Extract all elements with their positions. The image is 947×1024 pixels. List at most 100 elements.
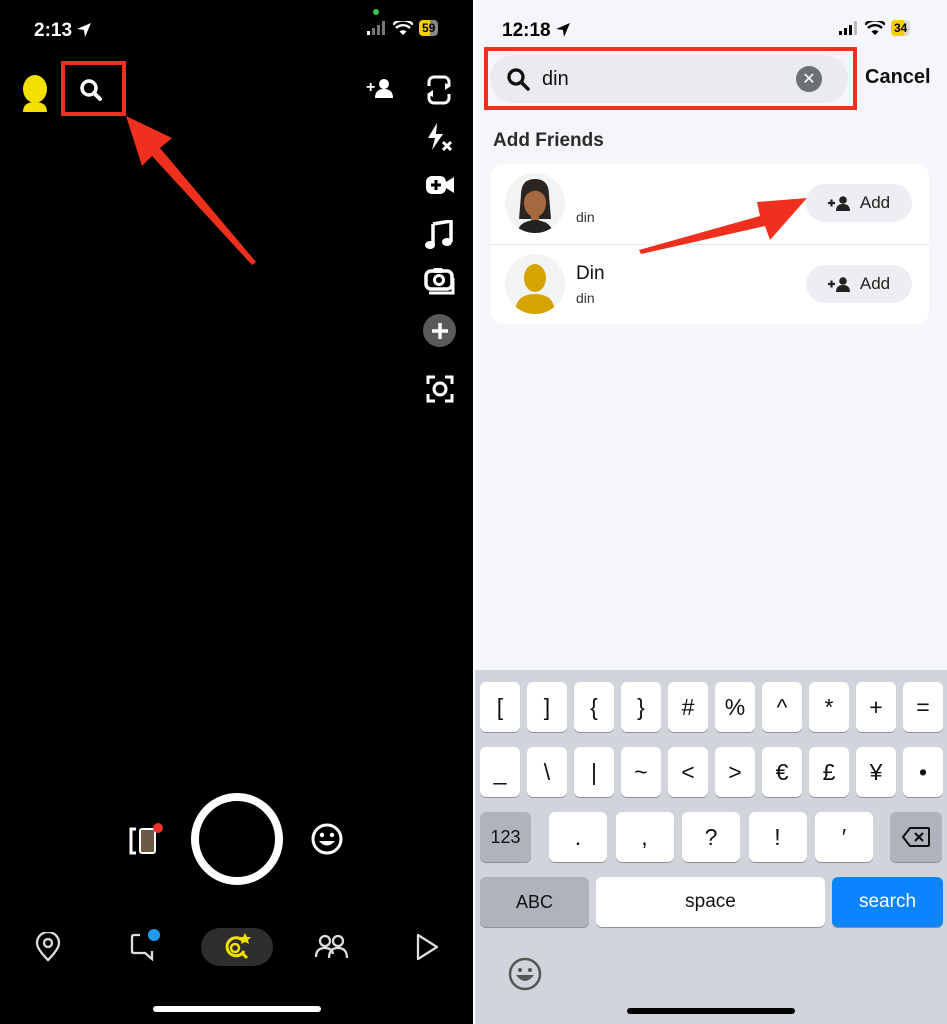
key[interactable]: ? <box>682 812 740 862</box>
map-icon <box>35 930 61 962</box>
nav-camera[interactable] <box>223 931 253 966</box>
video-effect-button[interactable] <box>425 174 455 201</box>
emoji-icon <box>508 957 542 991</box>
key[interactable]: } <box>621 682 661 732</box>
battery-indicator: 34 <box>891 20 911 36</box>
key[interactable]: > <box>715 747 755 797</box>
flip-camera-icon <box>425 75 453 105</box>
music-button[interactable] <box>425 218 453 255</box>
wifi-icon <box>393 21 413 35</box>
add-friend-icon: + <box>366 79 393 98</box>
key-abc[interactable]: ABC <box>480 877 589 927</box>
cancel-button[interactable]: Cancel <box>865 66 931 89</box>
video-effect-icon <box>426 176 454 194</box>
status-icons: 34 <box>839 20 911 36</box>
music-icon <box>425 218 453 249</box>
annotation-arrow <box>126 116 256 265</box>
key[interactable]: _ <box>480 747 520 797</box>
bitmoji-silhouette-icon <box>23 75 47 112</box>
key[interactable]: ! <box>748 812 807 862</box>
memories-button[interactable] <box>128 823 168 862</box>
key[interactable]: + <box>856 682 896 732</box>
result-username: din <box>576 290 595 306</box>
search-icon <box>507 68 530 91</box>
friends-icon <box>314 934 349 959</box>
location-arrow-icon <box>76 22 92 43</box>
key[interactable]: % <box>715 682 755 732</box>
search-button[interactable] <box>76 75 106 110</box>
backspace-icon <box>902 827 930 847</box>
section-title: Add Friends <box>493 130 604 151</box>
key[interactable]: < <box>668 747 708 797</box>
nav-map[interactable] <box>35 930 61 967</box>
home-indicator <box>153 1006 321 1012</box>
search-icon <box>80 79 102 101</box>
status-time: 12:18 <box>502 20 551 41</box>
lens-emoji-icon <box>311 823 343 855</box>
profile-avatar-button[interactable] <box>20 74 50 119</box>
key-delete[interactable] <box>890 812 942 862</box>
add-friend-button[interactable]: + <box>366 76 394 105</box>
close-icon: ✕ <box>802 71 816 88</box>
keyboard: []{} #% ^ * + = _ \ | ~ < > € £ ¥ • 123 .,?! ′ ABC spac… <box>475 670 947 1024</box>
bitmoji-avatar-icon <box>517 179 553 233</box>
add-label: Add <box>859 274 891 293</box>
annotation-arrow <box>639 198 807 254</box>
key[interactable]: ^ <box>762 682 802 732</box>
lenses-button[interactable] <box>310 822 344 861</box>
flip-camera-button[interactable] <box>425 74 453 111</box>
key[interactable]: ] <box>527 682 567 732</box>
signal-icon <box>839 21 857 35</box>
nav-chat[interactable] <box>130 927 160 966</box>
battery-indicator: 59 <box>419 20 439 36</box>
more-tools-button[interactable] <box>423 314 456 347</box>
key[interactable]: [ <box>480 682 520 732</box>
memories-icon <box>129 823 163 855</box>
search-input[interactable]: din ✕ <box>490 55 848 103</box>
flash-toggle-button[interactable] <box>425 122 455 157</box>
key[interactable]: # <box>668 682 708 732</box>
spotlight-play-icon <box>416 933 439 961</box>
add-friend-icon <box>827 277 850 292</box>
key[interactable]: | <box>574 747 614 797</box>
add-button-1[interactable]: Add <box>806 184 912 222</box>
key[interactable]: * <box>809 682 849 732</box>
chat-icon <box>130 929 160 962</box>
location-arrow-icon <box>555 22 571 43</box>
scan-button[interactable] <box>426 375 454 408</box>
key-space[interactable]: space <box>596 877 825 927</box>
key[interactable]: , <box>615 812 674 862</box>
key-123[interactable]: 123 <box>480 812 531 862</box>
camera-screen: 2:13 59 + <box>0 0 473 1024</box>
key-search[interactable]: search <box>832 877 943 927</box>
plus-icon <box>431 322 448 339</box>
flash-off-icon <box>428 123 453 152</box>
key[interactable]: { <box>574 682 614 732</box>
add-label: Add <box>859 193 891 212</box>
key[interactable]: . <box>549 812 607 862</box>
home-indicator <box>627 1008 795 1014</box>
signal-icon <box>367 21 385 35</box>
dual-camera-button[interactable] <box>424 266 456 301</box>
capture-button[interactable] <box>191 793 283 885</box>
status-time: 2:13 <box>34 20 73 41</box>
key[interactable]: ¥ <box>856 747 896 797</box>
result-display-name: Din <box>576 263 605 284</box>
clear-search-button[interactable]: ✕ <box>796 66 822 92</box>
key[interactable]: ~ <box>621 747 661 797</box>
key[interactable]: • <box>903 747 943 797</box>
result-username: din <box>576 209 595 225</box>
camera-in-use-dot <box>373 9 379 15</box>
key[interactable]: € <box>762 747 802 797</box>
add-button-2[interactable]: Add <box>806 265 912 303</box>
key[interactable]: = <box>903 682 943 732</box>
dual-camera-icon <box>424 268 455 295</box>
nav-spotlight[interactable] <box>415 933 439 966</box>
lenses-camera-icon <box>225 933 251 960</box>
key[interactable]: £ <box>809 747 849 797</box>
key[interactable]: \ <box>527 747 567 797</box>
key[interactable]: ′ <box>815 812 873 862</box>
emoji-button[interactable] <box>508 957 542 996</box>
search-query[interactable]: din <box>542 68 796 91</box>
nav-friends[interactable] <box>314 933 349 966</box>
